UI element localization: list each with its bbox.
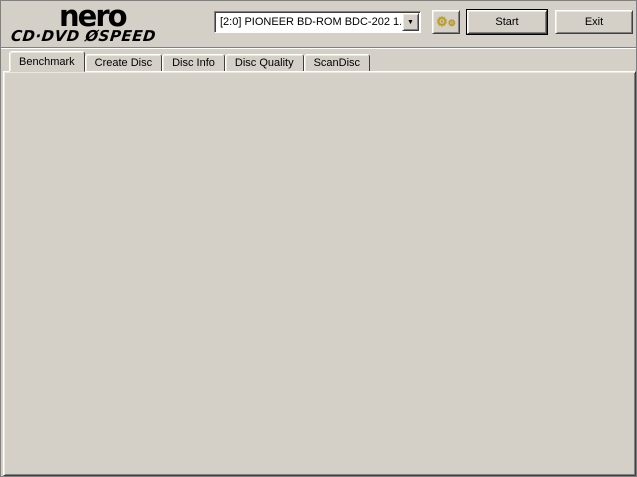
chevron-down-icon[interactable]: ▼ xyxy=(402,13,419,31)
tab-content-panel xyxy=(3,71,636,476)
tab-disc-quality[interactable]: Disc Quality xyxy=(225,54,304,72)
nero-logo: nero CD·DVD ØSPEED xyxy=(11,3,211,44)
drive-select-value: [2:0] PIONEER BD-ROM BDC-202 1.00 xyxy=(215,16,401,28)
tab-bar: Benchmark Create Disc Disc Info Disc Qua… xyxy=(9,51,370,72)
toolbar-divider xyxy=(1,47,637,49)
drive-select-dropdown[interactable]: [2:0] PIONEER BD-ROM BDC-202 1.00 ▼ xyxy=(214,11,421,33)
cd-dvd-speed-logo-text: CD·DVD ØSPEED xyxy=(10,29,212,44)
tab-benchmark[interactable]: Benchmark xyxy=(9,51,85,72)
tab-scandisc[interactable]: ScanDisc xyxy=(304,54,370,72)
nero-cd-dvd-speed-window: nero CD·DVD ØSPEED [2:0] PIONEER BD-ROM … xyxy=(0,0,637,477)
nero-logo-text: nero xyxy=(59,3,211,29)
gears-icon: ⚙⚙ xyxy=(436,17,456,28)
options-button[interactable]: ⚙⚙ xyxy=(432,10,460,34)
tab-disc-info[interactable]: Disc Info xyxy=(162,54,225,72)
exit-button[interactable]: Exit xyxy=(555,10,633,34)
tab-create-disc[interactable]: Create Disc xyxy=(85,54,162,72)
start-button[interactable]: Start xyxy=(467,10,547,34)
